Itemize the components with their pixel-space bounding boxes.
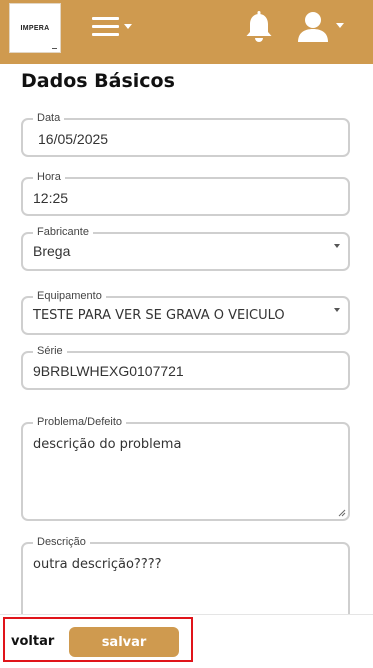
hamburger-menu-icon xyxy=(92,17,119,37)
top-navbar: IMPERA xyxy=(0,0,373,64)
logo-mark xyxy=(52,48,57,49)
manufacturer-label: Fabricante xyxy=(33,225,93,239)
problem-value[interactable]: descrição do problema xyxy=(33,437,181,452)
resize-handle-icon[interactable] xyxy=(338,509,346,517)
logo-text: IMPERA xyxy=(20,24,50,32)
serial-label: Série xyxy=(33,344,67,358)
equipment-select[interactable]: Equipamento TESTE PARA VER SE GRAVA O VE… xyxy=(21,289,350,335)
equipment-label: Equipamento xyxy=(33,289,106,303)
bell-icon xyxy=(246,11,272,42)
manufacturer-value: Brega xyxy=(33,243,71,259)
time-field[interactable]: Hora 12:25 xyxy=(21,170,350,216)
chevron-down-icon xyxy=(124,24,132,29)
problem-label: Problema/Defeito xyxy=(33,415,126,429)
user-icon xyxy=(298,12,328,42)
hamburger-menu-button[interactable] xyxy=(92,17,134,39)
date-value[interactable]: 16/05/2025 xyxy=(38,131,108,147)
manufacturer-select[interactable]: Fabricante Brega xyxy=(21,225,350,271)
action-footer: voltar salvar xyxy=(0,614,373,668)
notifications-button[interactable] xyxy=(244,11,274,43)
section-title: Dados Básicos xyxy=(21,70,175,92)
user-menu-button[interactable] xyxy=(296,11,348,43)
serial-field[interactable]: Série 9BRBLWHEXG0107721 xyxy=(21,344,350,390)
description-textarea[interactable]: Descrição outra descrição???? xyxy=(21,535,350,614)
form-content[interactable]: Dados Básicos Data 16/05/2025 Hora 12:25… xyxy=(0,64,373,614)
back-button[interactable]: voltar xyxy=(11,634,54,649)
time-label: Hora xyxy=(33,170,65,184)
dropdown-arrow-icon xyxy=(334,308,340,312)
time-value[interactable]: 12:25 xyxy=(33,190,68,206)
description-value[interactable]: outra descrição???? xyxy=(33,557,162,572)
equipment-value: TESTE PARA VER SE GRAVA O VEICULO xyxy=(33,308,285,323)
serial-value[interactable]: 9BRBLWHEXG0107721 xyxy=(33,363,184,379)
date-field[interactable]: Data 16/05/2025 xyxy=(21,111,350,157)
problem-textarea[interactable]: Problema/Defeito descrição do problema xyxy=(21,415,350,521)
chevron-down-icon xyxy=(336,23,344,28)
description-label: Descrição xyxy=(33,535,90,549)
company-logo[interactable]: IMPERA xyxy=(9,3,61,53)
save-button[interactable]: salvar xyxy=(69,627,179,657)
dropdown-arrow-icon xyxy=(334,244,340,248)
date-label: Data xyxy=(33,111,65,125)
